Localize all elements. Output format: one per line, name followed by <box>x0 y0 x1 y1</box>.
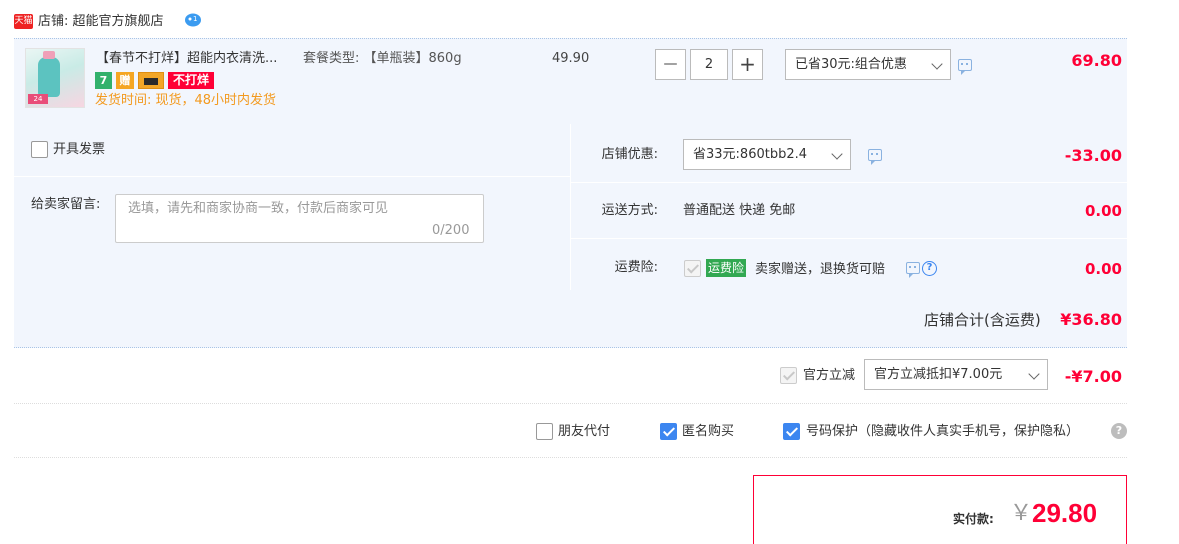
official-discount-checkbox <box>780 367 797 384</box>
thumbnail-tag: 24 <box>28 94 48 104</box>
friend-pay-label[interactable]: 朋友代付 <box>558 424 610 440</box>
ship-time: 发货时间: 现货，48小时内发货 <box>95 93 277 108</box>
payment-amount: 29.80 <box>1032 498 1098 528</box>
product-badges: 7 赠 不打烊 <box>95 72 215 89</box>
quantity-input[interactable]: 2 <box>690 49 728 80</box>
help-icon[interactable]: ? <box>1111 423 1127 439</box>
chevron-down-icon <box>931 58 943 70</box>
tmall-logo: 天猫 <box>14 14 33 29</box>
promotion-select[interactable]: 已省30元:组合优惠 <box>785 49 951 80</box>
official-discount-select[interactable]: 官方立减抵扣¥7.00元 <box>864 359 1048 390</box>
comment-icon[interactable] <box>906 262 920 278</box>
anonymous-checkbox[interactable] <box>660 423 677 440</box>
shop-subtotal-label: 店铺合计(含运费) <box>924 311 1041 329</box>
shop-subtotal-value: ¥36.80 <box>1060 310 1122 329</box>
payment-label: 实付款: <box>953 512 994 526</box>
shop-coupon-label: 店铺优惠: <box>601 147 658 162</box>
quantity-increase-button[interactable]: + <box>732 49 763 80</box>
chat-badge-count: 1 <box>193 15 197 23</box>
product-thumbnail[interactable]: 24 <box>25 48 85 108</box>
seller-message-count: 0/200 <box>432 223 470 238</box>
unit-price: 49.90 <box>552 51 590 66</box>
comment-icon[interactable] <box>958 59 972 75</box>
package-type: 套餐类型: 【单瓶装】860g <box>303 51 462 66</box>
shop-coupon-select[interactable]: 省33元:860tbb2.4 <box>683 139 851 170</box>
official-discount-amount: -¥7.00 <box>1064 367 1122 386</box>
insurance-tag: 运费险 <box>706 259 747 277</box>
comment-icon[interactable] <box>868 149 882 165</box>
invoice-label[interactable]: 开具发票 <box>53 142 105 158</box>
seller-message-label: 给卖家留言: <box>31 197 101 212</box>
insurance-amount: 0.00 <box>1084 260 1122 278</box>
currency-symbol: ￥ <box>1010 501 1033 526</box>
invoice-checkbox[interactable] <box>31 141 48 158</box>
promotion-select-value: 已省30元:组合优惠 <box>795 57 907 72</box>
chevron-down-icon <box>831 148 843 160</box>
gift-badge: 赠 <box>116 72 134 89</box>
seller-message-placeholder: 选填，请先和商家协商一致，付款后商家可见 <box>128 201 389 216</box>
insurance-label: 运费险: <box>614 260 658 275</box>
anonymous-label[interactable]: 匿名购买 <box>682 424 734 440</box>
divider <box>14 176 570 177</box>
shipping-method: 普通配送 快递 免邮 <box>683 203 796 218</box>
shop-coupon-amount: -33.00 <box>1064 146 1122 165</box>
insurance-checkbox <box>684 260 701 277</box>
divider <box>571 238 1127 239</box>
product-title[interactable]: 【春节不打烊】超能内衣清洗... <box>96 51 277 67</box>
shop-coupon-value: 省33元:860tbb2.4 <box>693 147 808 162</box>
shipping-label: 运送方式: <box>601 203 658 218</box>
insurance-text: 卖家赠送，退换货可赔 <box>755 262 886 277</box>
seven-day-return-badge: 7 <box>95 72 112 89</box>
item-total-price: 69.80 <box>1071 51 1122 70</box>
divider <box>571 182 1127 183</box>
quantity-stepper: — 2 + <box>655 49 763 80</box>
shipping-amount: 0.00 <box>1084 202 1122 220</box>
number-protect-label[interactable]: 号码保护（隐藏收件人真实手机号，保护隐私） <box>806 424 1079 440</box>
chevron-down-icon <box>1028 368 1040 380</box>
official-discount-value: 官方立减抵扣¥7.00元 <box>874 367 1003 382</box>
help-icon[interactable]: ? <box>922 261 937 276</box>
shop-name[interactable]: 店铺: 超能官方旗舰店 <box>38 14 164 30</box>
official-discount-label: 官方立减 <box>803 368 856 383</box>
card-payment-badge <box>138 72 164 89</box>
friend-pay-checkbox[interactable] <box>536 423 553 440</box>
wangwang-chat-icon[interactable]: 1 <box>184 12 203 27</box>
quantity-decrease-button[interactable]: — <box>655 49 686 80</box>
divider <box>14 457 1127 458</box>
divider <box>14 403 1127 404</box>
no-close-badge: 不打烊 <box>168 72 215 89</box>
number-protect-checkbox[interactable] <box>783 423 800 440</box>
